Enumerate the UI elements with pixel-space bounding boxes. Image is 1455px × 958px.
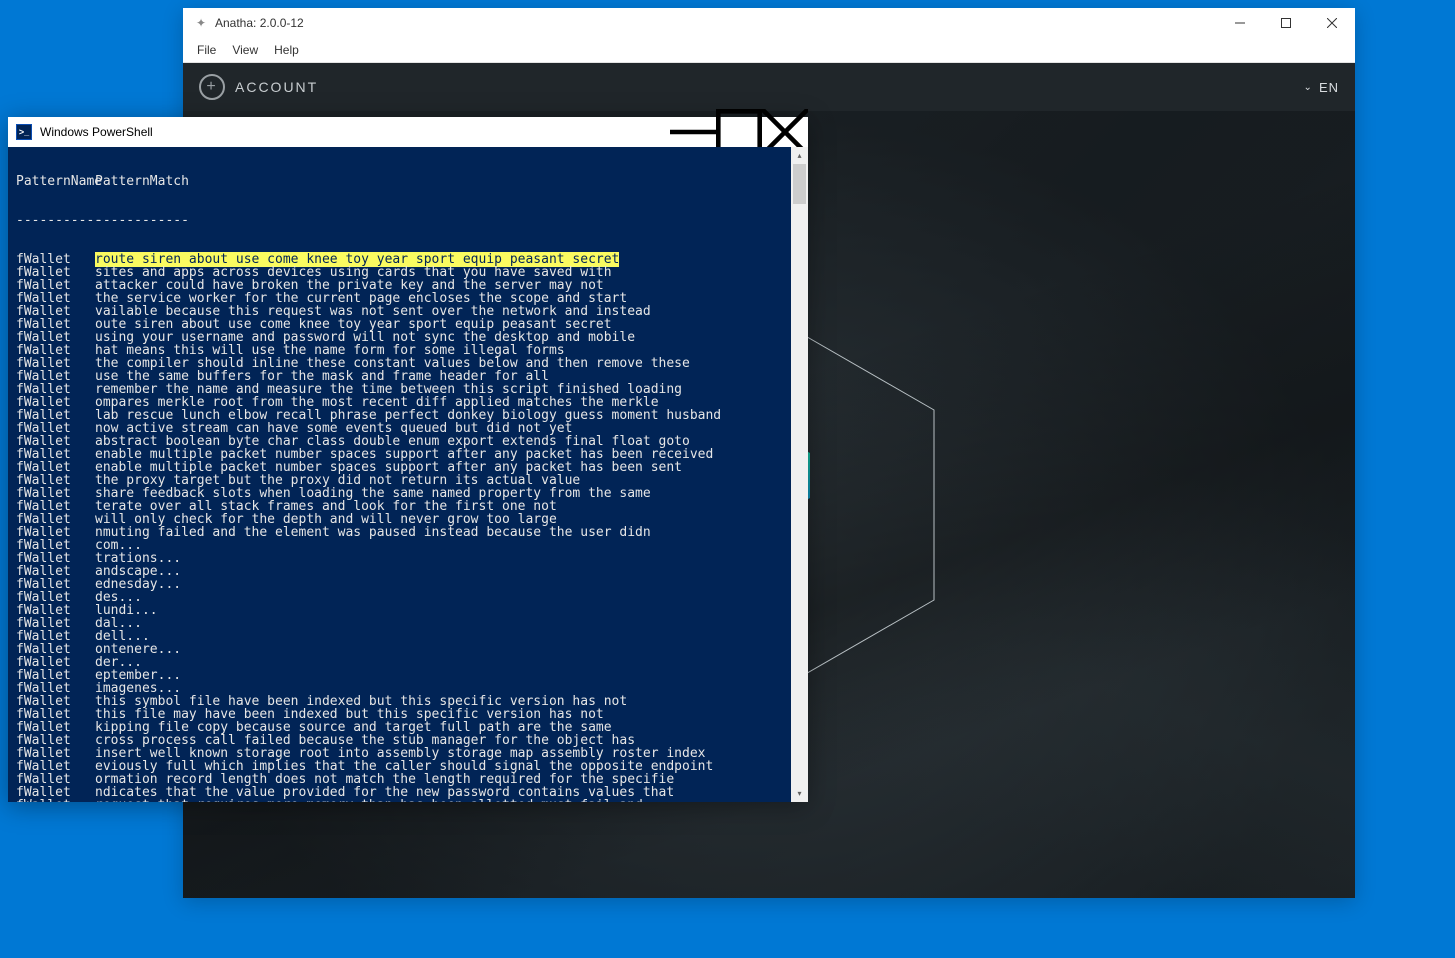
pattern-match: request that requires more memory than h… — [95, 798, 643, 802]
minimize-button[interactable] — [670, 117, 716, 147]
language-selector[interactable]: ⌄ EN — [1304, 80, 1339, 95]
powershell-body[interactable]: PatternNamePatternMatch ----------------… — [8, 147, 808, 802]
table-row: fWalletrequest that requires more memory… — [16, 799, 800, 802]
scroll-up-button[interactable]: ▴ — [791, 147, 808, 164]
menu-view[interactable]: View — [224, 40, 266, 60]
chevron-down-icon: ⌄ — [1304, 82, 1313, 93]
minimize-button[interactable] — [1217, 8, 1263, 38]
close-button[interactable] — [762, 117, 808, 147]
anatha-title: Anatha: 2.0.0-12 — [215, 16, 1217, 30]
scroll-thumb[interactable] — [793, 164, 806, 204]
anatha-app-icon: ✦ — [193, 15, 209, 31]
anatha-menubar: File View Help — [183, 38, 1355, 63]
anatha-topbar: + ACCOUNT ⌄ EN — [183, 63, 1355, 111]
anatha-titlebar[interactable]: ✦ Anatha: 2.0.0-12 — [183, 8, 1355, 38]
powershell-window: >_ Windows PowerShell PatternNamePattern… — [8, 117, 808, 802]
close-button[interactable] — [1309, 8, 1355, 38]
pattern-name: fWallet — [16, 799, 95, 802]
scroll-down-button[interactable]: ▾ — [791, 785, 808, 802]
menu-file[interactable]: File — [189, 40, 224, 60]
col-header-match: PatternMatch — [95, 174, 189, 189]
account-label: ACCOUNT — [235, 79, 318, 95]
language-label: EN — [1319, 80, 1339, 95]
window-controls — [670, 117, 808, 147]
account-button[interactable]: + ACCOUNT — [199, 74, 318, 100]
powershell-icon: >_ — [16, 124, 32, 140]
col-header-name: PatternName — [16, 175, 95, 188]
scrollbar[interactable]: ▴ ▾ — [791, 147, 808, 802]
col-sep-match: ------------ — [95, 213, 189, 228]
powershell-output: PatternNamePatternMatch ----------------… — [8, 147, 808, 802]
window-controls — [1217, 8, 1355, 38]
powershell-rows: fWalletroute siren about use come knee t… — [16, 253, 800, 802]
maximize-button[interactable] — [716, 117, 762, 147]
pattern-match: nmuting failed and the element was pause… — [95, 525, 651, 540]
plus-circle-icon: + — [199, 74, 225, 100]
scroll-track[interactable] — [791, 164, 808, 785]
menu-help[interactable]: Help — [266, 40, 307, 60]
powershell-titlebar[interactable]: >_ Windows PowerShell — [8, 117, 808, 147]
col-sep-name: ----------- — [16, 214, 95, 227]
maximize-button[interactable] — [1263, 8, 1309, 38]
powershell-title: Windows PowerShell — [40, 125, 670, 139]
